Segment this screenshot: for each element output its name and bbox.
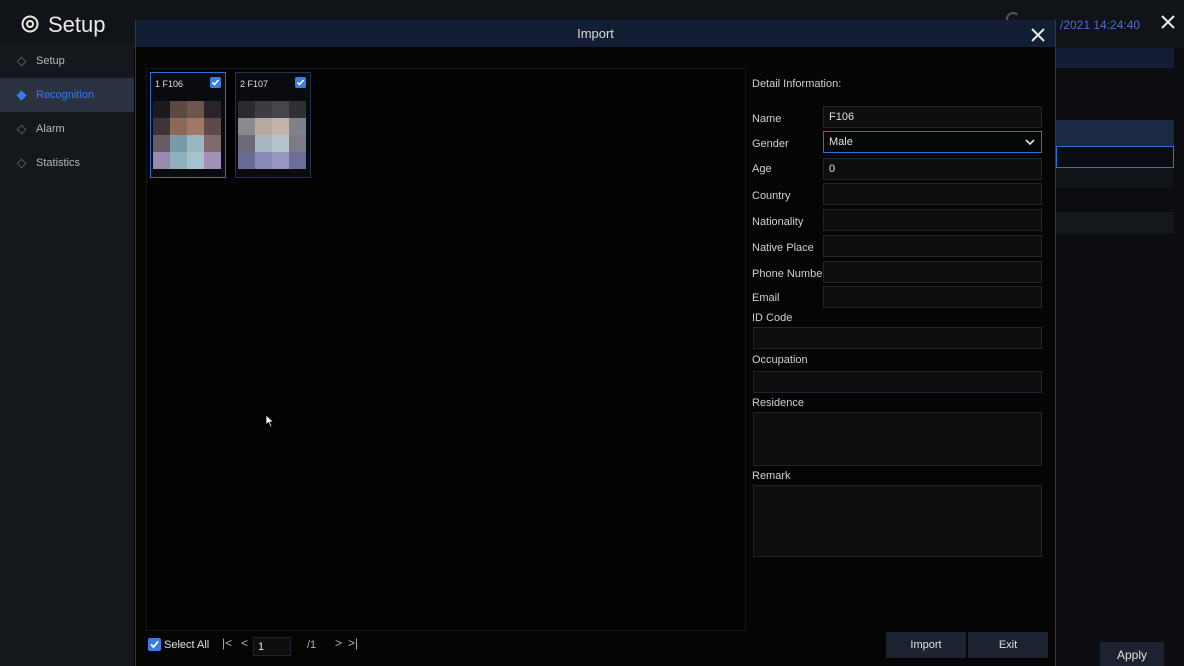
detail-form: Detail Information: Name F106 Gender Mal…: [752, 68, 1047, 628]
select-all-label: Select All: [164, 638, 210, 651]
sidebar: Setup Recognition Alarm Statistics: [0, 44, 134, 666]
name-field[interactable]: F106: [823, 106, 1042, 128]
diamond-icon: [16, 90, 27, 100]
background-row: [1056, 212, 1174, 234]
sidebar-item-alarm[interactable]: Alarm: [0, 112, 134, 146]
sidebar-item-setup[interactable]: Setup: [0, 44, 134, 78]
face-image: [238, 101, 306, 169]
sidebar-item-label: Recognition: [36, 89, 95, 101]
country-label: Country: [752, 190, 791, 202]
thumbnail-grid: 1 F106 2 F107: [146, 68, 746, 631]
last-page-icon[interactable]: >|: [348, 636, 358, 650]
apply-button[interactable]: Apply: [1100, 642, 1164, 666]
gender-select[interactable]: Male: [823, 131, 1042, 153]
prev-page-icon[interactable]: <: [241, 636, 248, 650]
email-field[interactable]: [823, 286, 1042, 308]
gender-value: Male: [829, 136, 853, 148]
remark-label: Remark: [752, 470, 791, 482]
import-button[interactable]: Import: [886, 632, 966, 658]
age-field[interactable]: 0: [823, 158, 1042, 180]
nationality-field[interactable]: [823, 209, 1042, 231]
sidebar-item-label: Setup: [36, 55, 65, 67]
select-all-checkbox[interactable]: Select All: [148, 638, 209, 651]
first-page-icon[interactable]: |<: [222, 636, 232, 650]
phone-number-field[interactable]: [823, 261, 1042, 283]
page-number-input[interactable]: 1: [253, 637, 291, 656]
id-code-label: ID Code: [752, 312, 793, 324]
face-thumbnail[interactable]: 1 F106: [150, 72, 226, 178]
checkbox-checked-icon[interactable]: [295, 77, 306, 88]
sidebar-item-recognition[interactable]: Recognition: [0, 78, 134, 112]
diamond-icon: [16, 124, 27, 134]
sidebar-item-label: Statistics: [36, 157, 81, 169]
diamond-icon: [16, 158, 27, 168]
native-place-field[interactable]: [823, 235, 1042, 257]
chevron-down-icon: [1025, 139, 1035, 146]
dialog-header: Import: [136, 20, 1055, 47]
gear-icon: [21, 15, 39, 33]
residence-label: Residence: [752, 397, 804, 409]
background-row: [1056, 120, 1174, 146]
name-label: Name: [752, 113, 782, 125]
residence-field[interactable]: [753, 412, 1042, 466]
close-icon[interactable]: [1158, 12, 1178, 32]
import-dialog: Import 1 F106 2 F107 Detail Information:…: [135, 20, 1056, 666]
face-image: [153, 101, 221, 169]
occupation-label: Occupation: [752, 354, 808, 366]
detail-heading: Detail Information:: [752, 78, 842, 90]
close-icon[interactable]: [1029, 26, 1047, 44]
nationality-label: Nationality: [752, 216, 804, 228]
app-title: Setup: [48, 12, 106, 37]
remark-field[interactable]: [753, 485, 1042, 557]
face-thumbnail[interactable]: 2 F107: [235, 72, 311, 178]
page-total: /1: [307, 639, 317, 651]
email-label: Email: [752, 292, 780, 304]
clock-display: /2021 14:24:40: [1060, 18, 1141, 32]
native-place-label: Native Place: [752, 242, 814, 254]
diamond-icon: [16, 56, 27, 66]
checkbox-checked-icon[interactable]: [210, 77, 221, 88]
country-field[interactable]: [823, 183, 1042, 205]
checkbox-checked-icon[interactable]: [148, 638, 161, 651]
background-row-selected: [1056, 146, 1174, 168]
background-row: [1056, 168, 1174, 188]
cursor-icon: [265, 414, 275, 428]
gender-label: Gender: [752, 138, 789, 150]
age-label: Age: [752, 163, 772, 175]
background-header-bar: [1056, 48, 1174, 68]
sidebar-item-statistics[interactable]: Statistics: [0, 146, 134, 180]
sidebar-item-label: Alarm: [36, 123, 65, 135]
exit-button[interactable]: Exit: [968, 632, 1048, 658]
dialog-title: Import: [577, 26, 614, 41]
id-code-field[interactable]: [753, 327, 1042, 349]
occupation-field[interactable]: [753, 371, 1042, 393]
phone-number-label: Phone Number: [752, 268, 826, 280]
next-page-icon[interactable]: >: [335, 636, 342, 650]
